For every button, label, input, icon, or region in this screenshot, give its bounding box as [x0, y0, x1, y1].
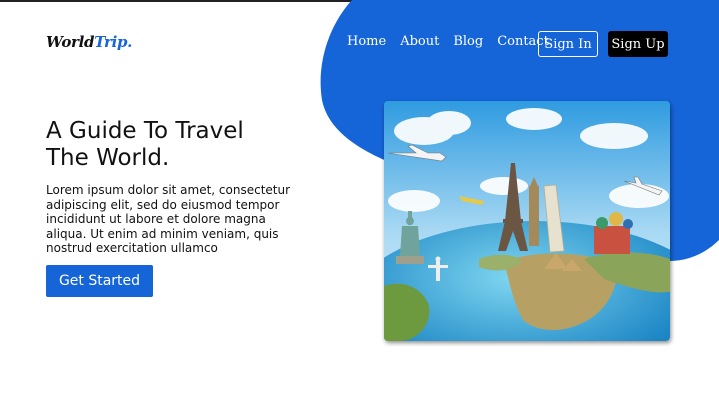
nav-about-link[interactable]: About — [400, 34, 439, 49]
nav-home-link[interactable]: Home — [347, 34, 386, 49]
hero-travel-image — [384, 101, 670, 341]
nav-blog-link[interactable]: Blog — [453, 34, 483, 49]
world-travel-illustration — [384, 101, 670, 341]
logo[interactable]: WorldTrip. — [46, 33, 132, 51]
hero-description: Lorem ipsum dolor sit amet, consectetur … — [46, 183, 291, 255]
hero-title: A Guide To Travel The World. — [46, 118, 326, 172]
hero-title-line-1: A Guide To Travel — [46, 118, 244, 144]
get-started-button[interactable]: Get Started — [46, 265, 153, 297]
sign-in-button[interactable]: Sign In — [538, 31, 598, 57]
big-ben-icon — [529, 177, 539, 246]
sign-up-button[interactable]: Sign Up — [608, 31, 668, 57]
hero-title-line-2: The World. — [46, 145, 170, 171]
top-border — [0, 0, 719, 2]
main-nav: Home About Blog Contact — [347, 34, 563, 49]
logo-text-trip: Trip. — [94, 33, 133, 51]
logo-text-world: World — [46, 33, 95, 51]
